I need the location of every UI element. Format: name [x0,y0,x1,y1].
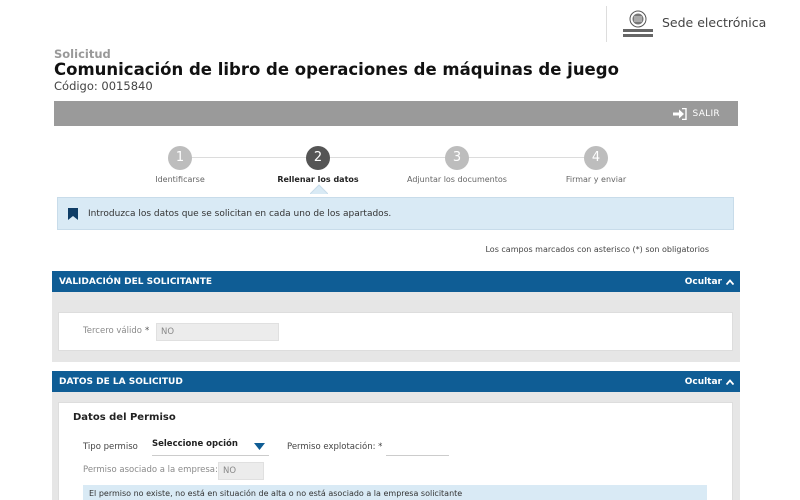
collapse-toggle-applicant[interactable]: Ocultar [685,277,734,287]
permit-panel: Datos del Permiso Tipo permiso Seleccion… [58,402,733,500]
section-title-applicant: VALIDACIÓN DEL SOLICITANTE [59,276,212,287]
chevron-up-icon [726,378,734,385]
step-4: 4 Firmar y enviar [536,146,656,184]
step-3-number: 3 [445,146,469,170]
top-header: Sede electrónica [0,0,800,46]
collapse-toggle-request[interactable]: Ocultar [685,377,734,387]
active-step-pointer [310,184,328,194]
tercero-valido-label: Tercero válido * [83,326,149,336]
page-pretitle: Solicitud [54,47,111,61]
step-3: 3 Adjuntar los documentos [397,146,517,184]
required-asterisk: * [378,442,383,452]
mandatory-fields-note: Los campos marcados con asterisco (*) so… [485,245,709,254]
tipo-permiso-select[interactable]: Seleccione opción [152,439,269,456]
step-1-label: Identificarse [155,175,205,184]
page-title: Comunicación de libro de operaciones de … [54,60,619,79]
tipo-permiso-selected: Seleccione opción [152,439,238,449]
collapse-toggle-label: Ocultar [684,276,722,287]
exit-label: SALIR [692,108,720,119]
section-header-applicant: VALIDACIÓN DEL SOLICITANTE Ocultar [52,271,740,292]
chevron-up-icon [726,278,734,285]
progress-stepper: 1 Identificarse 2 Rellenar los datos 3 A… [0,140,800,194]
collapse-toggle-label: Ocultar [684,376,722,387]
step-2-number: 2 [306,146,330,170]
section-title-request: DATOS DE LA SOLICITUD [59,376,183,387]
step-2: 2 Rellenar los datos [258,146,378,184]
permiso-explotacion-label: Permiso explotación: * [287,442,382,452]
tipo-permiso-label: Tipo permiso [83,442,138,452]
brand-divider [606,6,607,42]
exit-button[interactable]: SALIR [672,101,720,126]
sign-out-icon [672,107,687,120]
permit-error-message: El permiso no existe, no está en situaci… [83,485,707,500]
bookmark-icon [68,207,78,220]
permiso-explotacion-input[interactable] [386,440,449,456]
permiso-explotacion-label-text: Permiso explotación: [287,442,376,452]
required-asterisk: * [144,326,150,336]
section-body-request: Datos del Permiso Tipo permiso Seleccion… [52,392,740,500]
step-4-number: 4 [584,146,608,170]
section-body-applicant: Tercero válido * NO [52,292,740,362]
step-1: 1 Identificarse [120,146,240,184]
step-4-label: Firmar y enviar [565,175,627,184]
step-3-label: Adjuntar los documentos [407,175,507,184]
stepper-track [180,157,595,158]
procedure-code: Código: 0015840 [54,79,153,93]
tercero-valido-field: NO [156,323,279,341]
permiso-asociado-field: NO [218,462,264,480]
brand-text: Sede electrónica [662,15,767,30]
info-text: Introduzca los datos que se solicitan en… [88,208,392,219]
brand-logo[interactable]: Sede electrónica [606,6,796,42]
subsection-title-permit: Datos del Permiso [73,412,176,423]
step-2-label: Rellenar los datos [277,175,359,184]
permiso-asociado-label: Permiso asociado a la empresa: [83,465,218,475]
government-seal-icon [623,10,653,37]
tercero-valido-label-text: Tercero válido [83,326,142,336]
section-header-request: DATOS DE LA SOLICITUD Ocultar [52,371,740,392]
toolbar: SALIR [54,101,738,126]
info-message: Introduzca los datos que se solicitan en… [57,197,734,230]
chevron-down-icon [254,443,265,450]
applicant-panel: Tercero válido * NO [58,312,733,351]
step-1-number: 1 [168,146,192,170]
